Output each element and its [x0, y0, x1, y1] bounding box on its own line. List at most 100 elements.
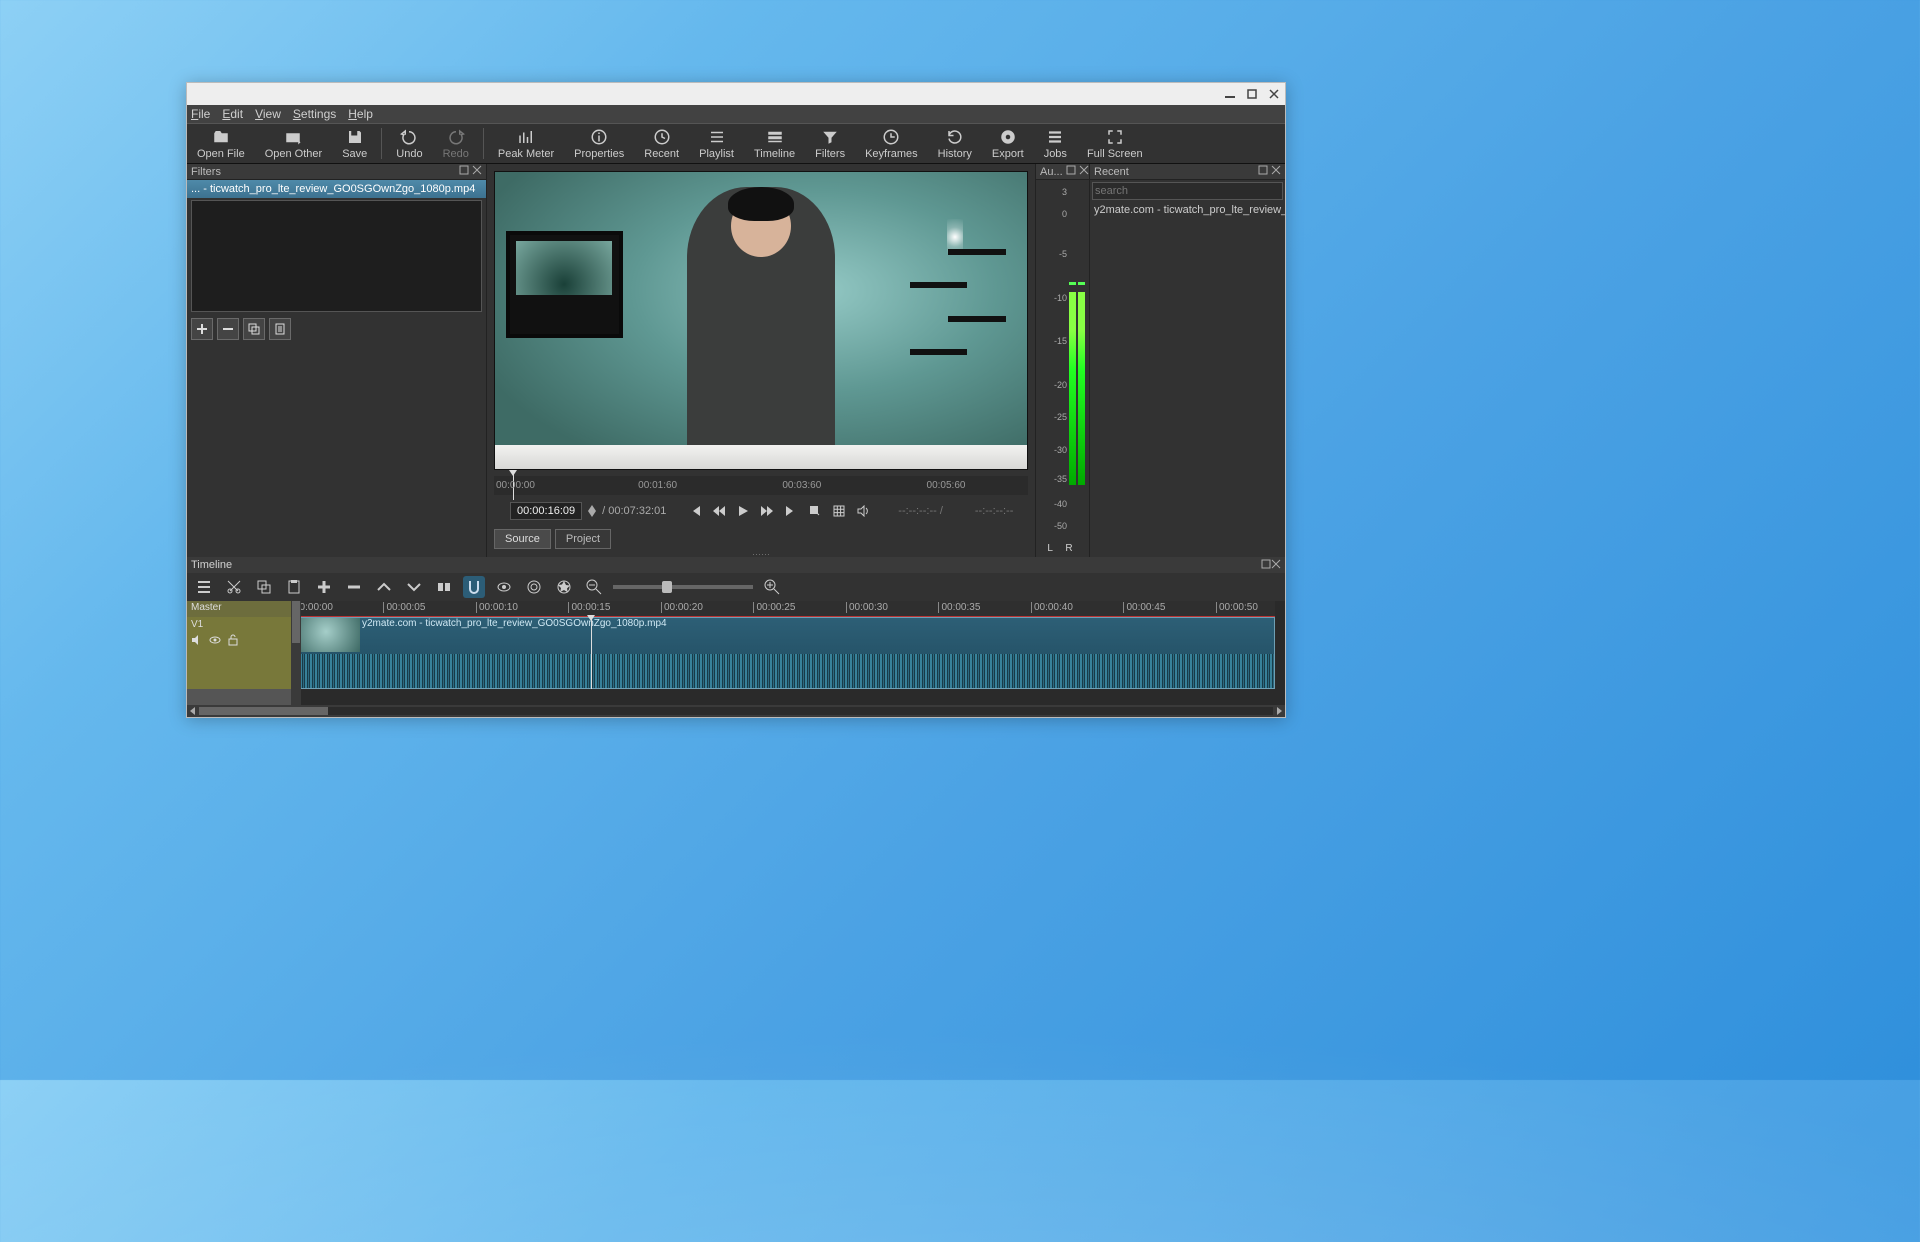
timeline-ruler[interactable]: 00:00:00 00:00:05 00:00:10 00:00:15 00:0…: [291, 601, 1275, 617]
panel-close-icon[interactable]: [1271, 559, 1281, 572]
window-titlebar: [187, 83, 1285, 105]
properties-button[interactable]: Properties: [564, 124, 634, 163]
close-button[interactable]: [1263, 83, 1285, 105]
split-button[interactable]: [433, 576, 455, 598]
paste-filter-button[interactable]: [269, 318, 291, 340]
zoom-slider-knob[interactable]: [662, 581, 672, 593]
audio-meter: 3 0 -5 -10 -15 -20 -25 -30 -35 -40 -50: [1036, 180, 1089, 543]
filters-list[interactable]: [191, 200, 482, 312]
video-track-header[interactable]: V1: [187, 617, 291, 689]
inout-display: --:--:--:-- /: [898, 505, 943, 517]
add-filter-button[interactable]: [191, 318, 213, 340]
menu-view[interactable]: View: [255, 107, 281, 121]
tab-source[interactable]: Source: [494, 529, 551, 549]
scroll-left-icon[interactable]: [187, 705, 199, 717]
scrub-audio-button[interactable]: [493, 576, 515, 598]
menu-edit[interactable]: Edit: [222, 107, 243, 121]
open-file-button[interactable]: Open File: [187, 124, 255, 163]
scrub-mark: 00:05:60: [927, 480, 966, 491]
redo-button[interactable]: Redo: [433, 124, 479, 163]
hide-icon[interactable]: [209, 634, 221, 649]
minimize-button[interactable]: [1219, 83, 1241, 105]
scroll-right-icon[interactable]: [1273, 705, 1285, 717]
zoom-out-button[interactable]: [583, 576, 605, 598]
append-button[interactable]: [313, 576, 335, 598]
track-headers: Master V1: [187, 601, 291, 705]
overwrite-button[interactable]: [403, 576, 425, 598]
play-button[interactable]: [734, 502, 752, 520]
audio-meter-panel: Au... 3 0 -5 -10 -15 -20 -25 -30 -35 -40…: [1035, 164, 1090, 557]
keyframes-button[interactable]: Keyframes: [855, 124, 928, 163]
zoom-dropdown[interactable]: [806, 502, 824, 520]
lift-button[interactable]: [373, 576, 395, 598]
timeline-hscroll[interactable]: [187, 705, 1285, 717]
filters-panel: Filters ... - ticwatch_pro_lte_review_GO…: [187, 164, 487, 557]
paste-button[interactable]: [283, 576, 305, 598]
audio-meter-title: Au...: [1040, 166, 1063, 178]
video-preview[interactable]: [494, 171, 1028, 470]
save-button[interactable]: Save: [332, 124, 377, 163]
recent-button[interactable]: Recent: [634, 124, 689, 163]
ripple-button[interactable]: [523, 576, 545, 598]
tab-project[interactable]: Project: [555, 529, 611, 549]
copy-filter-button[interactable]: [243, 318, 265, 340]
timeline-menu-button[interactable]: [193, 576, 215, 598]
panel-float-icon[interactable]: [456, 165, 469, 178]
recent-item[interactable]: y2mate.com - ticwatch_pro_lte_review_...: [1094, 204, 1281, 216]
undo-button[interactable]: Undo: [386, 124, 432, 163]
timeline-vscroll[interactable]: [291, 601, 301, 705]
ripple-all-button[interactable]: [553, 576, 575, 598]
timeline-header: Timeline: [187, 557, 1285, 573]
timecode-current[interactable]: 00:00:16:09: [510, 502, 582, 520]
lock-icon[interactable]: [227, 634, 239, 649]
remove-filter-button[interactable]: [217, 318, 239, 340]
master-track-header[interactable]: Master: [187, 601, 291, 617]
timeline-clip[interactable]: y2mate.com - ticwatch_pro_lte_review_GO0…: [291, 617, 1275, 689]
skip-start-button[interactable]: [686, 502, 704, 520]
audio-level-bars: [1069, 292, 1085, 527]
hscroll-thumb[interactable]: [199, 707, 328, 715]
mute-icon[interactable]: [191, 634, 203, 649]
maximize-button[interactable]: [1241, 83, 1263, 105]
menu-file[interactable]: File: [191, 107, 210, 121]
copy-button[interactable]: [253, 576, 275, 598]
menu-help[interactable]: Help: [348, 107, 373, 121]
timeline-tracks[interactable]: y2mate.com - ticwatch_pro_lte_review_GO0…: [291, 617, 1275, 689]
clip-waveform: [292, 654, 1274, 688]
panel-gripper[interactable]: ······: [494, 549, 1028, 557]
timeline-button[interactable]: Timeline: [744, 124, 805, 163]
timeline-title: Timeline: [191, 559, 232, 571]
delete-button[interactable]: [343, 576, 365, 598]
scrub-bar[interactable]: 00:00:00 00:01:60 00:03:60 00:05:60: [494, 476, 1028, 496]
zoom-slider[interactable]: [613, 585, 753, 589]
timeline-playhead[interactable]: [591, 617, 592, 689]
rewind-button[interactable]: [710, 502, 728, 520]
panel-float-icon[interactable]: [1255, 165, 1268, 178]
history-button[interactable]: History: [928, 124, 982, 163]
peak-meter-button[interactable]: Peak Meter: [488, 124, 564, 163]
zoom-in-button[interactable]: [761, 576, 783, 598]
main-toolbar: Open File Open Other Save Undo Redo Peak…: [187, 123, 1285, 164]
cut-button[interactable]: [223, 576, 245, 598]
full-screen-button[interactable]: Full Screen: [1077, 124, 1153, 163]
panel-close-icon[interactable]: [469, 165, 482, 178]
skip-end-button[interactable]: [782, 502, 800, 520]
snap-button[interactable]: [463, 576, 485, 598]
recent-search-input[interactable]: [1092, 182, 1283, 200]
volume-button[interactable]: [854, 502, 872, 520]
playlist-button[interactable]: Playlist: [689, 124, 744, 163]
open-other-button[interactable]: Open Other: [255, 124, 332, 163]
filters-current-file[interactable]: ... - ticwatch_pro_lte_review_GO0SGOwnZg…: [187, 180, 486, 198]
jobs-button[interactable]: Jobs: [1034, 124, 1077, 163]
panel-float-icon[interactable]: [1261, 559, 1271, 572]
filters-button[interactable]: Filters: [805, 124, 855, 163]
export-button[interactable]: Export: [982, 124, 1034, 163]
panel-close-icon[interactable]: [1076, 165, 1089, 178]
fast-forward-button[interactable]: [758, 502, 776, 520]
panel-float-icon[interactable]: [1063, 165, 1076, 178]
app-window: File Edit View Settings Help Open File O…: [186, 82, 1286, 718]
tc-down-icon[interactable]: [588, 511, 596, 517]
grid-dropdown[interactable]: [830, 502, 848, 520]
menu-settings[interactable]: Settings: [293, 107, 336, 121]
panel-close-icon[interactable]: [1268, 165, 1281, 178]
